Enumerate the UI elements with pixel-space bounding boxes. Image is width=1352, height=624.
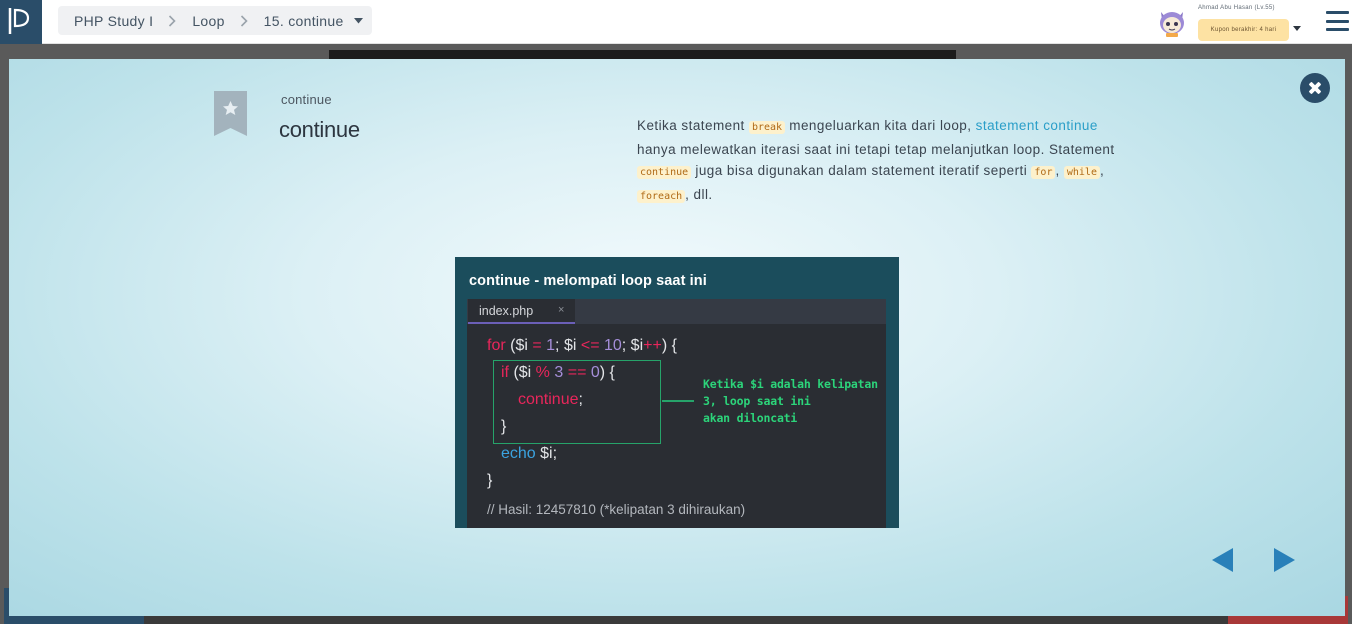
chevron-right-icon bbox=[168, 14, 178, 28]
user-name: Ahmad Abu Hasan (Lv.55) bbox=[1198, 5, 1275, 11]
code-editor: index.php × for ($i = 1; $i <= 10; $i++)… bbox=[467, 299, 886, 528]
code-line: } bbox=[501, 418, 507, 435]
card-description: Ketika statement break mengeluarkan kita… bbox=[637, 118, 1115, 203]
inline-code: for bbox=[1031, 166, 1056, 179]
close-icon: × bbox=[558, 304, 565, 316]
file-tab: index.php × bbox=[468, 299, 575, 324]
inline-code: break bbox=[748, 121, 786, 134]
next-arrow-icon[interactable] bbox=[1274, 548, 1295, 572]
annotation-note: Ketika $i adalah kelipatan 3, loop saat … bbox=[703, 377, 878, 425]
breadcrumb: PHP Study I Loop 15. continue bbox=[58, 6, 372, 35]
inline-code: while bbox=[1063, 166, 1100, 179]
breadcrumb-lesson[interactable]: 15. continue bbox=[264, 13, 344, 29]
editor-tabbar: index.php × bbox=[467, 299, 886, 324]
code-line: for ($i = 1; $i <= 10; $i++) { bbox=[487, 337, 677, 354]
code-block: for ($i = 1; $i <= 10; $i++) { if ($i % … bbox=[467, 324, 886, 528]
code-line: } bbox=[487, 472, 493, 489]
code-line: if ($i % 3 == 0) { bbox=[501, 364, 615, 381]
inline-code: foreach bbox=[637, 189, 686, 203]
breadcrumb-section[interactable]: Loop bbox=[192, 13, 224, 29]
annotation-connector bbox=[662, 400, 694, 402]
hamburger-menu-icon[interactable] bbox=[1326, 11, 1349, 31]
code-line: echo $i; bbox=[501, 445, 558, 462]
progate-logo-icon[interactable] bbox=[0, 0, 42, 44]
coupon-badge: Kupon berakhir: 4 hari bbox=[1198, 19, 1289, 41]
previous-arrow-icon[interactable] bbox=[1212, 548, 1233, 572]
code-line: continue; bbox=[518, 391, 583, 408]
chevron-right-icon bbox=[240, 14, 250, 28]
code-comment: // Hasil: 12457810 (*kelipatan 3 dihirau… bbox=[487, 502, 746, 517]
close-circle-icon[interactable] bbox=[1300, 73, 1330, 103]
caret-down-icon[interactable] bbox=[353, 17, 363, 24]
user-menu[interactable]: Ahmad Abu Hasan (Lv.55) Kupon berakhir: … bbox=[1156, 4, 1306, 42]
description-link[interactable]: statement continue bbox=[976, 118, 1098, 133]
inline-code: continue bbox=[637, 166, 692, 179]
bookmark-star-icon[interactable] bbox=[214, 91, 247, 136]
breadcrumb-course[interactable]: PHP Study I bbox=[74, 13, 153, 29]
card-title: continue bbox=[279, 117, 360, 142]
avatar[interactable] bbox=[1156, 6, 1188, 38]
code-slide-image: continue - melompati loop saat ini index… bbox=[455, 257, 899, 528]
slide-modal: continue continue Ketika statement break… bbox=[9, 59, 1345, 616]
card-caption: continue bbox=[281, 92, 332, 107]
caret-down-icon[interactable] bbox=[1293, 18, 1301, 36]
top-header: PHP Study I Loop 15. continue Ahmad Abu … bbox=[0, 0, 1352, 44]
slide-title: continue - melompati loop saat ini bbox=[469, 273, 707, 289]
